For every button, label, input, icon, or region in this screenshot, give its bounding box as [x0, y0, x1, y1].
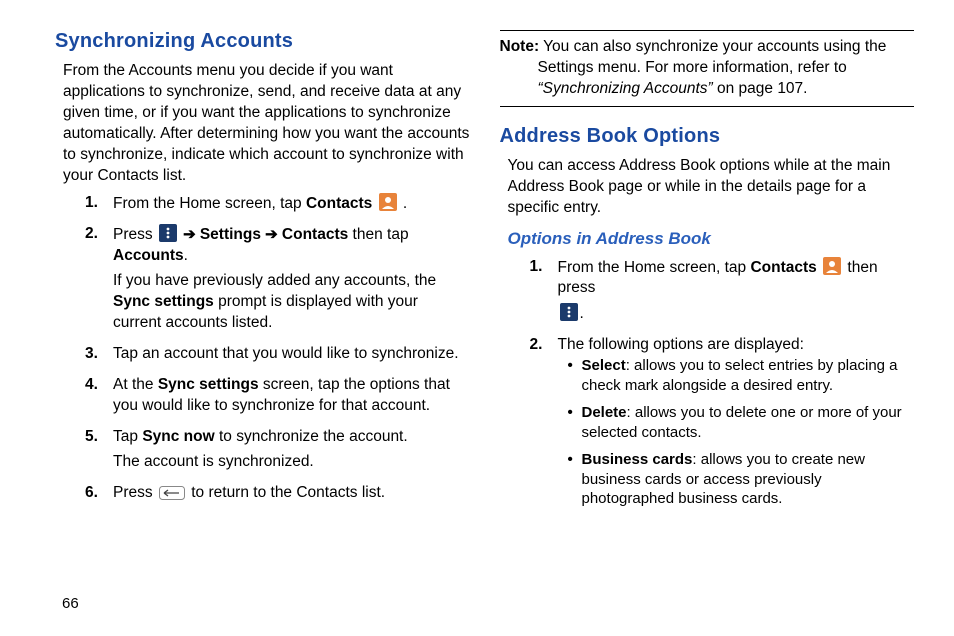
bullet-bold: Select: [582, 357, 626, 374]
bullet-text: : allows you to delete one or more of yo…: [582, 404, 902, 441]
contacts-icon: [823, 257, 841, 275]
step-text: to synchronize the account.: [215, 428, 408, 445]
note-text: You can also synchronize your accounts u…: [539, 38, 886, 55]
step-text: Tap an account that you would like to sy…: [113, 344, 470, 365]
menu-icon: [159, 224, 177, 242]
step-text: .: [399, 195, 408, 212]
page-number: 66: [62, 595, 79, 612]
step-text: The following options are displayed:: [558, 335, 915, 356]
step-text: At the: [113, 376, 158, 393]
bold-contacts: Contacts: [282, 226, 348, 243]
step-6: 6. Press to return to the Contacts list.: [85, 483, 470, 504]
menu-icon: [560, 303, 578, 321]
step-number: 2.: [85, 224, 98, 245]
back-icon: [159, 486, 185, 500]
step-text: Press: [113, 226, 157, 243]
step-text: Press: [113, 484, 157, 501]
step-number: 1.: [85, 193, 98, 214]
step-4: 4. At the Sync settings screen, tap the …: [85, 375, 470, 417]
heading-address-book: Address Book Options: [500, 125, 915, 148]
step-subtext: If you have previously added any account…: [113, 272, 436, 289]
arrow-icon: ➔: [179, 226, 200, 243]
note-label: Note:: [500, 38, 540, 55]
step-number: 5.: [85, 427, 98, 448]
step-1: 1. From the Home screen, tap Contacts .: [85, 193, 470, 215]
bullet-delete: Delete: allows you to delete one or more…: [568, 403, 915, 442]
step-number: 3.: [85, 344, 98, 365]
bold-accounts: Accounts: [113, 247, 184, 264]
step-text: .: [580, 305, 584, 322]
bullet-business-cards: Business cards: allows you to create new…: [568, 450, 915, 509]
steps-list: 1. From the Home screen, tap Contacts th…: [530, 257, 915, 509]
step-number: 1.: [530, 257, 543, 278]
step-number: 6.: [85, 483, 98, 504]
bullet-select: Select: allows you to select entries by …: [568, 356, 915, 395]
bullet-bold: Business cards: [582, 451, 693, 468]
contacts-icon: [379, 193, 397, 211]
step-text: to return to the Contacts list.: [187, 484, 385, 501]
note-text: Settings menu. For more information, ref…: [538, 59, 847, 76]
step-5: 5. Tap Sync now to synchronize the accou…: [85, 427, 470, 473]
page: Synchronizing Accounts From the Accounts…: [0, 0, 954, 539]
bold-sync-settings: Sync settings: [113, 293, 214, 310]
bullet-list: Select: allows you to select entries by …: [568, 356, 915, 509]
left-column: Synchronizing Accounts From the Accounts…: [55, 30, 470, 519]
step-1: 1. From the Home screen, tap Contacts th…: [530, 257, 915, 326]
note-rule-top: [500, 30, 915, 31]
note-rule-bottom: [500, 106, 915, 107]
step-subtext: The account is synchronized.: [113, 452, 470, 473]
subheading-options: Options in Address Book: [508, 229, 915, 249]
step-text: From the Home screen, tap: [558, 259, 751, 276]
steps-list: 1. From the Home screen, tap Contacts . …: [85, 193, 470, 504]
heading-sync-accounts: Synchronizing Accounts: [55, 30, 470, 53]
arrow-icon: ➔: [261, 226, 282, 243]
step-text: Tap: [113, 428, 142, 445]
bullet-text: : allows you to select entries by placin…: [582, 357, 898, 394]
bold-contacts: Contacts: [306, 195, 372, 212]
step-2: 2. Press ➔ Settings ➔ Contacts then tap …: [85, 224, 470, 334]
bold-sync-now: Sync now: [142, 428, 214, 445]
bold-contacts: Contacts: [750, 259, 816, 276]
right-column: Note: You can also synchronize your acco…: [500, 30, 915, 519]
step-number: 2.: [530, 335, 543, 356]
intro-paragraph: You can access Address Book options whil…: [508, 156, 915, 219]
step-3: 3. Tap an account that you would like to…: [85, 344, 470, 365]
bold-sync-settings: Sync settings: [158, 376, 259, 393]
note-reference: “Synchronizing Accounts”: [538, 80, 713, 97]
step-number: 4.: [85, 375, 98, 396]
bold-settings: Settings: [200, 226, 261, 243]
step-2: 2. The following options are displayed: …: [530, 335, 915, 508]
intro-paragraph: From the Accounts menu you decide if you…: [63, 61, 470, 187]
step-text: .: [184, 247, 188, 264]
bullet-bold: Delete: [582, 404, 627, 421]
note-block: Note: You can also synchronize your acco…: [500, 37, 915, 100]
step-text: From the Home screen, tap: [113, 195, 306, 212]
step-text: then tap: [348, 226, 408, 243]
note-page-ref: on page 107.: [713, 80, 808, 97]
